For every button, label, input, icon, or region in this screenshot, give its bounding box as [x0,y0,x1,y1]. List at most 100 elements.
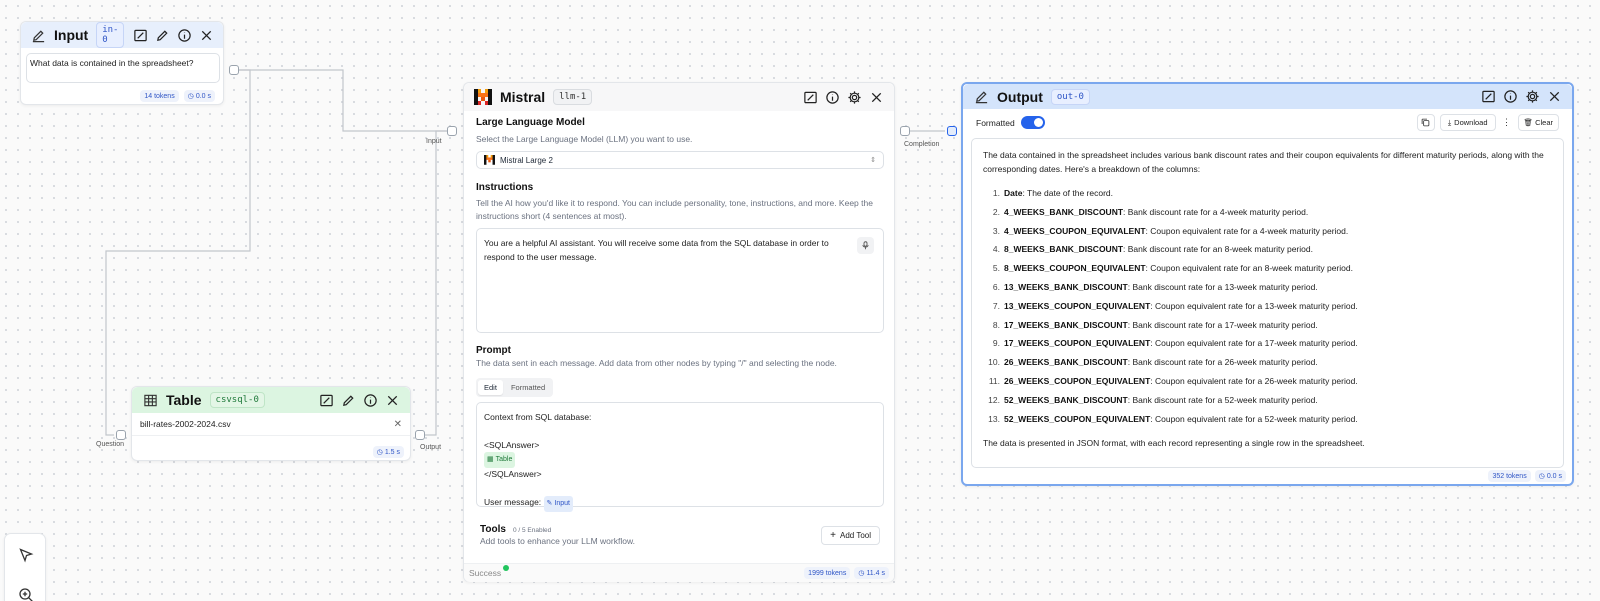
column-description: : Bank discount rate for a 13-week matur… [1127,281,1318,292]
column-number: 5. [992,263,1000,274]
output-toolbar: Formatted ⤓ Download ⋮ 🗑︎ Clear [963,109,1572,136]
mistral-node[interactable]: Mistral llm-1 Large Language Model Selec… [463,82,895,582]
model-select[interactable]: Mistral Large 2 ⇕ [476,151,884,169]
column-description: : Coupon equivalent rate for a 17-week m… [1150,338,1358,349]
table-reference-chip[interactable]: ▦ Table [484,452,516,469]
file-row[interactable]: bill-rates-2002-2024.csv ✕ [140,416,402,432]
edit-note-icon[interactable] [132,27,148,43]
time-badge: ◷ 0.0 s [1534,470,1566,482]
output-input-handle[interactable] [947,126,957,136]
microphone-icon[interactable] [857,237,874,254]
input-textarea[interactable]: What data is contained in the spreadshee… [26,53,220,83]
zoom-in-icon[interactable] [18,587,35,601]
close-icon[interactable] [1546,89,1562,105]
tab-formatted[interactable]: Formatted [505,380,551,395]
info-icon[interactable] [176,27,192,43]
close-icon[interactable] [868,89,884,105]
mistral-logo-icon [484,155,495,165]
pencil-icon: ✎ [546,499,553,507]
handle-label-input: Input [426,138,442,145]
output-node[interactable]: Output out-0 Formatted ⤓ Download ⋮ 🗑︎ Cle… [961,82,1574,486]
edit-note-icon[interactable] [318,392,334,408]
gear-icon[interactable] [846,89,862,105]
column-item: 4. 8_WEEKS_BANK_DISCOUNT: Bank discount r… [983,240,1552,259]
output-content[interactable]: The data contained in the spreadsheet in… [971,138,1564,468]
time-badge: ◷ 0.0 s [183,90,215,102]
edit-note-icon[interactable] [1480,89,1496,105]
column-number: 10. [988,357,1000,368]
add-tool-button[interactable]: + Add Tool [821,526,880,545]
column-number: 11. [988,375,1000,386]
instructions-title: Instructions [476,182,534,193]
model-select-value: Mistral Large 2 [500,155,553,165]
prompt-editor[interactable]: Context from SQL database: <SQLAnswer> ▦… [476,402,884,512]
copy-button[interactable] [1416,114,1435,131]
mistral-footer: Success 1999 tokens ◷ 11.4 s [464,563,894,582]
column-number: 8. [992,319,1000,330]
node-id-tag: in-0 [96,22,125,48]
formatted-toggle[interactable] [1020,116,1045,129]
table-icon [142,392,158,408]
pencil-icon[interactable] [154,27,170,43]
prompt-desc: The data sent in each message. Add data … [476,358,837,368]
llm-section-title: Large Language Model [476,117,585,128]
pencil-icon[interactable] [340,392,356,408]
tab-edit[interactable]: Edit [478,380,503,395]
input-reference-chip[interactable]: ✎ Input [543,495,573,512]
download-button[interactable]: ⤓ Download [1439,114,1496,131]
mistral-node-header[interactable]: Mistral llm-1 [464,83,894,111]
gear-icon[interactable] [1524,89,1540,105]
table-node-header[interactable]: Table csvsql-0 [132,387,410,413]
info-icon[interactable] [824,89,840,105]
prompt-title: Prompt [476,345,511,356]
input-output-handle[interactable] [229,65,239,75]
column-item: 12. 52_WEEKS_BANK_DISCOUNT: Bank discount… [983,391,1552,410]
node-id-tag: out-0 [1050,88,1090,105]
handle-label-output: Output [420,444,442,451]
clock-icon: ◷ [1538,473,1545,480]
pointer-tool-icon[interactable] [18,547,35,564]
node-id-tag: llm-1 [553,89,593,105]
column-number: 2. [992,206,1000,217]
clear-button[interactable]: 🗑︎ Clear [1517,114,1559,131]
info-icon[interactable] [362,392,378,408]
column-item: 2. 4_WEEKS_BANK_DISCOUNT: Bank discount r… [983,203,1552,222]
output-node-header[interactable]: Output out-0 [963,84,1572,109]
instructions-desc: Tell the AI how you'd like it to respond… [476,198,873,221]
close-icon[interactable] [198,27,214,43]
remove-file-icon[interactable]: ✕ [394,419,402,430]
column-number: 12. [988,394,1000,405]
info-icon[interactable] [1502,89,1518,105]
token-count-badge: 14 tokens [140,90,179,102]
input-node-header[interactable]: Input in-0 [21,22,223,48]
clock-icon: ◷ [376,449,383,456]
column-name: 52_WEEKS_BANK_DISCOUNT [1004,394,1128,405]
column-item: 3. 4_WEEKS_COUPON_EQUIVALENT: Coupon equi… [983,222,1552,241]
more-menu-icon[interactable]: ⋮ [1501,117,1513,128]
input-node[interactable]: Input in-0 What data is contained in the… [20,21,224,105]
column-item: 13. 52_WEEKS_COUPON_EQUIVALENT: Coupon eq… [983,410,1552,429]
token-count-badge: 352 tokens [1488,470,1531,482]
handle-label-completion: Completion [904,141,940,148]
table-node[interactable]: Table csvsql-0 bill-rates-2002-2024.csv … [131,386,411,461]
mistral-completion-handle[interactable] [900,126,910,136]
prompt-section: Prompt The data sent in each message. Ad… [476,345,884,512]
mistral-input-handle[interactable] [447,126,457,136]
edit-note-icon[interactable] [802,89,818,105]
column-name: 4_WEEKS_BANK_DISCOUNT [1004,206,1124,217]
wire-input-to-table [105,69,251,436]
table-output-handle[interactable] [415,430,425,440]
tools-title: Tools [480,524,506,535]
column-name: 17_WEEKS_COUPON_EQUIVALENT [1004,338,1151,349]
column-number: 3. [992,225,1000,236]
clock-icon: ◷ [187,93,194,100]
formatted-label: Formatted [976,117,1015,128]
instructions-textarea[interactable]: You are a helpful AI assistant. You will… [476,228,884,333]
wire-table-to-mistral [424,130,447,436]
close-icon[interactable] [384,392,400,408]
table-question-handle[interactable] [116,430,126,440]
column-description: : Coupon equivalent rate for an 8-week m… [1145,263,1353,274]
column-description: : The date of the record. [1022,188,1114,198]
column-number: 7. [992,300,1000,311]
column-number: 13. [988,413,1000,424]
